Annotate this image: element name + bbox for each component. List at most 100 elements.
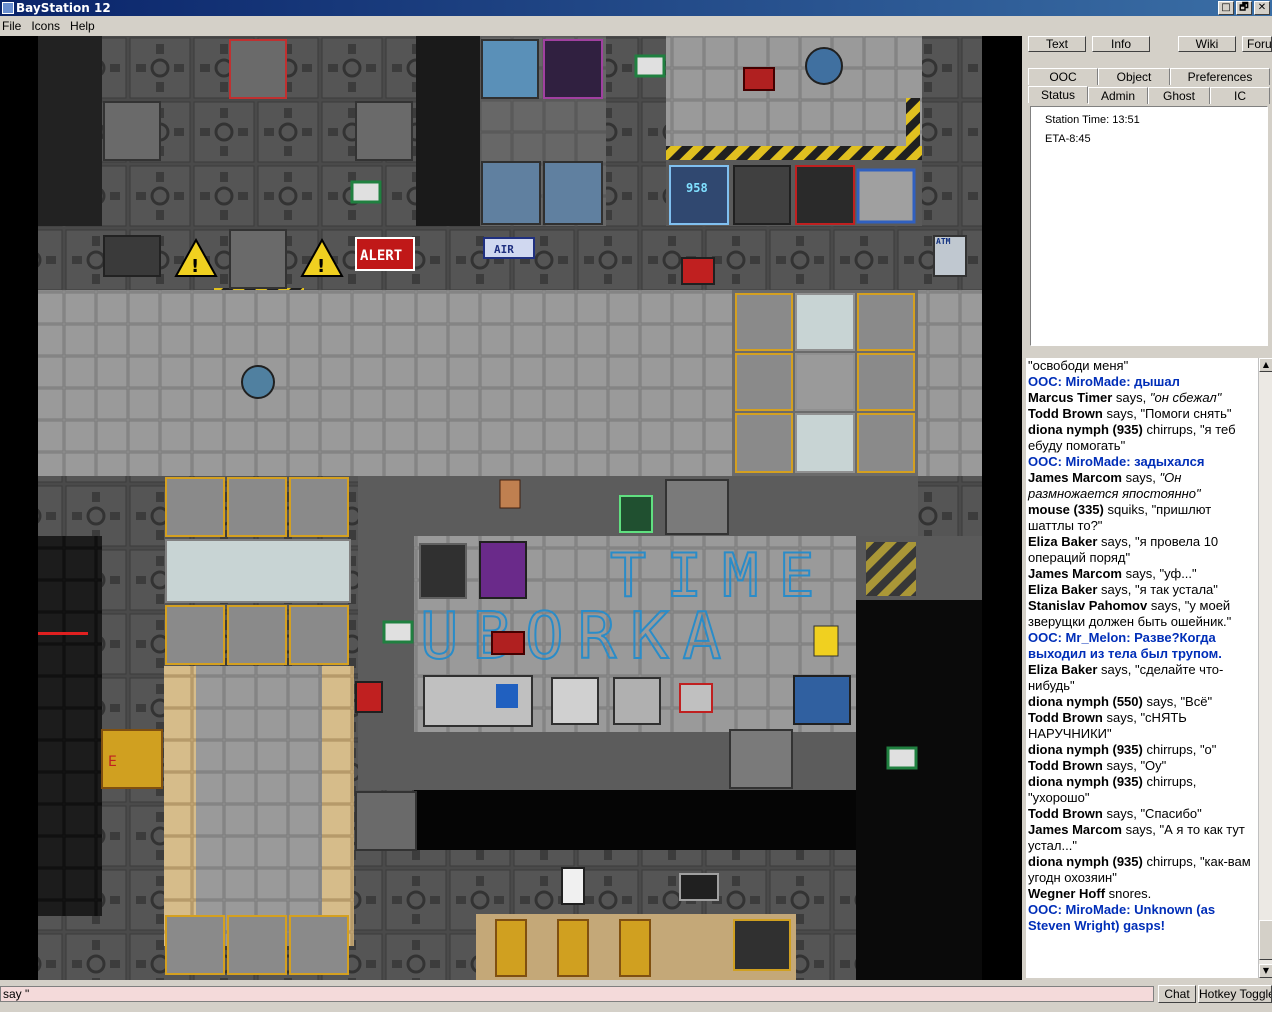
svg-text:!: ! bbox=[317, 256, 325, 277]
chat-verb: chirrups, bbox=[1142, 774, 1197, 789]
chat-message: "Помоги снять" bbox=[1140, 406, 1232, 421]
chat-verb: says, bbox=[1102, 710, 1141, 725]
lockers-south-2 bbox=[557, 919, 589, 977]
chat-speaker: diona nymph (550) bbox=[1028, 694, 1143, 709]
chat-line: OOC: MiroMade: дышал bbox=[1028, 374, 1180, 389]
tab-object[interactable]: Object bbox=[1098, 68, 1170, 85]
locker bbox=[419, 543, 467, 599]
tab-admin[interactable]: Admin bbox=[1088, 87, 1148, 104]
command-input[interactable] bbox=[0, 986, 1154, 1002]
menu-file[interactable]: File bbox=[0, 19, 29, 33]
atm-label: ATM bbox=[936, 237, 951, 246]
chat-line: mouse (335) squiks, "пришлют шаттлы то?" bbox=[1028, 502, 1256, 534]
equipment-rack bbox=[733, 165, 791, 225]
chat-message: "он сбежал" bbox=[1149, 390, 1222, 405]
fire-door-letter: E bbox=[108, 754, 117, 770]
chat-speaker: Todd Brown bbox=[1028, 710, 1103, 725]
chat-line: Eliza Baker says, "я так устала" bbox=[1028, 582, 1256, 598]
water-cooler bbox=[805, 47, 843, 85]
menu-help[interactable]: Help bbox=[68, 19, 103, 33]
chat-speaker: Todd Brown bbox=[1028, 758, 1103, 773]
chat-speaker: diona nymph (935) bbox=[1028, 854, 1143, 869]
tab-ghost[interactable]: Ghost bbox=[1148, 87, 1210, 104]
tab-status[interactable]: Status bbox=[1028, 86, 1088, 103]
chat-line: James Marcom says, "уф..." bbox=[1028, 566, 1256, 582]
chat-log[interactable]: "освободи меня" OOC: MiroMade: дышал Marcu… bbox=[1026, 358, 1258, 978]
red-chair bbox=[743, 67, 775, 91]
computer-south bbox=[733, 919, 791, 971]
minimize-button[interactable]: □ bbox=[1218, 1, 1234, 15]
scroll-thumb[interactable] bbox=[1259, 920, 1272, 960]
chat-scrollbar[interactable]: ▲ ▼ bbox=[1258, 358, 1272, 978]
game-map-viewport[interactable]: TIME UBORKA ! ! ALERT AIR ATM 958 E bbox=[0, 36, 1022, 980]
chat-message: "о" bbox=[1199, 742, 1217, 757]
chat-verb: says, bbox=[1147, 598, 1185, 613]
beige-hall-inner bbox=[196, 666, 322, 946]
chat-line: OOC: Mr_Melon: Разве?Когда выходил из те… bbox=[1028, 630, 1222, 661]
chat-verb: says, bbox=[1121, 566, 1160, 581]
red-chair-2 bbox=[491, 631, 525, 655]
restore-button[interactable]: 🗗 bbox=[1236, 1, 1252, 15]
vending-console bbox=[669, 165, 729, 225]
chat-line: Todd Brown says, "сНЯТЬ НАРУЧНИКИ" bbox=[1028, 710, 1256, 742]
storage-room-floor bbox=[38, 36, 102, 226]
scroll-up-icon[interactable]: ▲ bbox=[1259, 358, 1272, 372]
computer-terminal bbox=[543, 39, 603, 99]
blast-door bbox=[795, 165, 855, 225]
airlock-south-east bbox=[729, 729, 793, 789]
text-button[interactable]: Text bbox=[1028, 36, 1086, 52]
chat-line: diona nymph (935) chirrups, "ухорошо" bbox=[1028, 774, 1256, 806]
tab-ooc[interactable]: OOC bbox=[1028, 68, 1098, 85]
info-button[interactable]: Info bbox=[1092, 36, 1150, 52]
forum-button[interactable]: Forum bbox=[1242, 36, 1272, 52]
chat-speaker: diona nymph (935) bbox=[1028, 422, 1143, 437]
wiki-button[interactable]: Wiki bbox=[1178, 36, 1236, 52]
lockers-south-3 bbox=[619, 919, 651, 977]
chat-line: Stanislav Pahomov says, "у моей зверущки… bbox=[1028, 598, 1256, 630]
fax-machine bbox=[613, 677, 661, 725]
chat-verb: chirrups, bbox=[1142, 854, 1200, 869]
menu-bar: File Icons Help bbox=[0, 16, 1272, 36]
chat-line: diona nymph (935) chirrups, "я теб ебуду… bbox=[1028, 422, 1256, 454]
chat-verb: says, bbox=[1121, 470, 1160, 485]
chat-message: "Спасибо" bbox=[1140, 806, 1202, 821]
tab-preferences[interactable]: Preferences bbox=[1170, 68, 1270, 85]
chat-line: diona nymph (550) says, "Всё" bbox=[1028, 694, 1256, 710]
chat-line: Todd Brown says, "Помоги снять" bbox=[1028, 406, 1256, 422]
chat-line: Todd Brown says, "Спасибо" bbox=[1028, 806, 1256, 822]
chat-speaker: mouse (335) bbox=[1028, 502, 1104, 517]
close-button[interactable]: ✕ bbox=[1254, 1, 1270, 15]
chat-verb: says, bbox=[1097, 582, 1135, 597]
chat-line: James Marcom says, "А я то как тут устал… bbox=[1028, 822, 1256, 854]
door-south bbox=[561, 867, 585, 905]
wet-floor-sign bbox=[813, 625, 839, 657]
chat-speaker: James Marcom bbox=[1028, 470, 1122, 485]
chat-verb: says, bbox=[1102, 406, 1141, 421]
chat-button[interactable]: Chat bbox=[1158, 985, 1196, 1003]
chat-speaker: Eliza Baker bbox=[1028, 534, 1098, 549]
alert-sign-text: ALERT bbox=[360, 248, 402, 264]
chat-verb: says, bbox=[1102, 806, 1141, 821]
chat-speaker: Marcus Timer bbox=[1028, 390, 1113, 405]
chat-message: "ухорошо" bbox=[1028, 790, 1090, 805]
hotkey-toggle-button[interactable]: Hotkey Toggle bbox=[1198, 985, 1272, 1003]
tab-ic[interactable]: IC bbox=[1210, 87, 1270, 104]
hazard-floor bbox=[866, 542, 916, 596]
station-time: Station Time: 13:51 bbox=[1045, 114, 1140, 126]
chat-verb: says, bbox=[1121, 822, 1160, 837]
chat-line: Eliza Baker says, "сделайте что-нибудь" bbox=[1028, 662, 1256, 694]
dark-cells bbox=[38, 536, 102, 916]
menu-icons[interactable]: Icons bbox=[29, 19, 68, 33]
chat-line: Wegner Hoff snores. bbox=[1028, 886, 1256, 902]
chat-verb: squiks, bbox=[1103, 502, 1152, 517]
chat-line: Todd Brown says, "Оу" bbox=[1028, 758, 1256, 774]
vending-console-text: 958 bbox=[686, 181, 708, 195]
chat-speaker: Eliza Baker bbox=[1028, 662, 1098, 677]
scroll-down-icon[interactable]: ▼ bbox=[1259, 964, 1272, 978]
chat-speaker: Wegner Hoff bbox=[1028, 886, 1106, 901]
chat-verb: chirrups, bbox=[1142, 422, 1200, 437]
chat-line: diona nymph (935) chirrups, "как-вам уго… bbox=[1028, 854, 1256, 886]
chat-line: Marcus Timer says, "он сбежал" bbox=[1028, 390, 1256, 406]
chat-line: diona nymph (935) chirrups, "о" bbox=[1028, 742, 1256, 758]
chat-speaker: diona nymph (935) bbox=[1028, 742, 1143, 757]
